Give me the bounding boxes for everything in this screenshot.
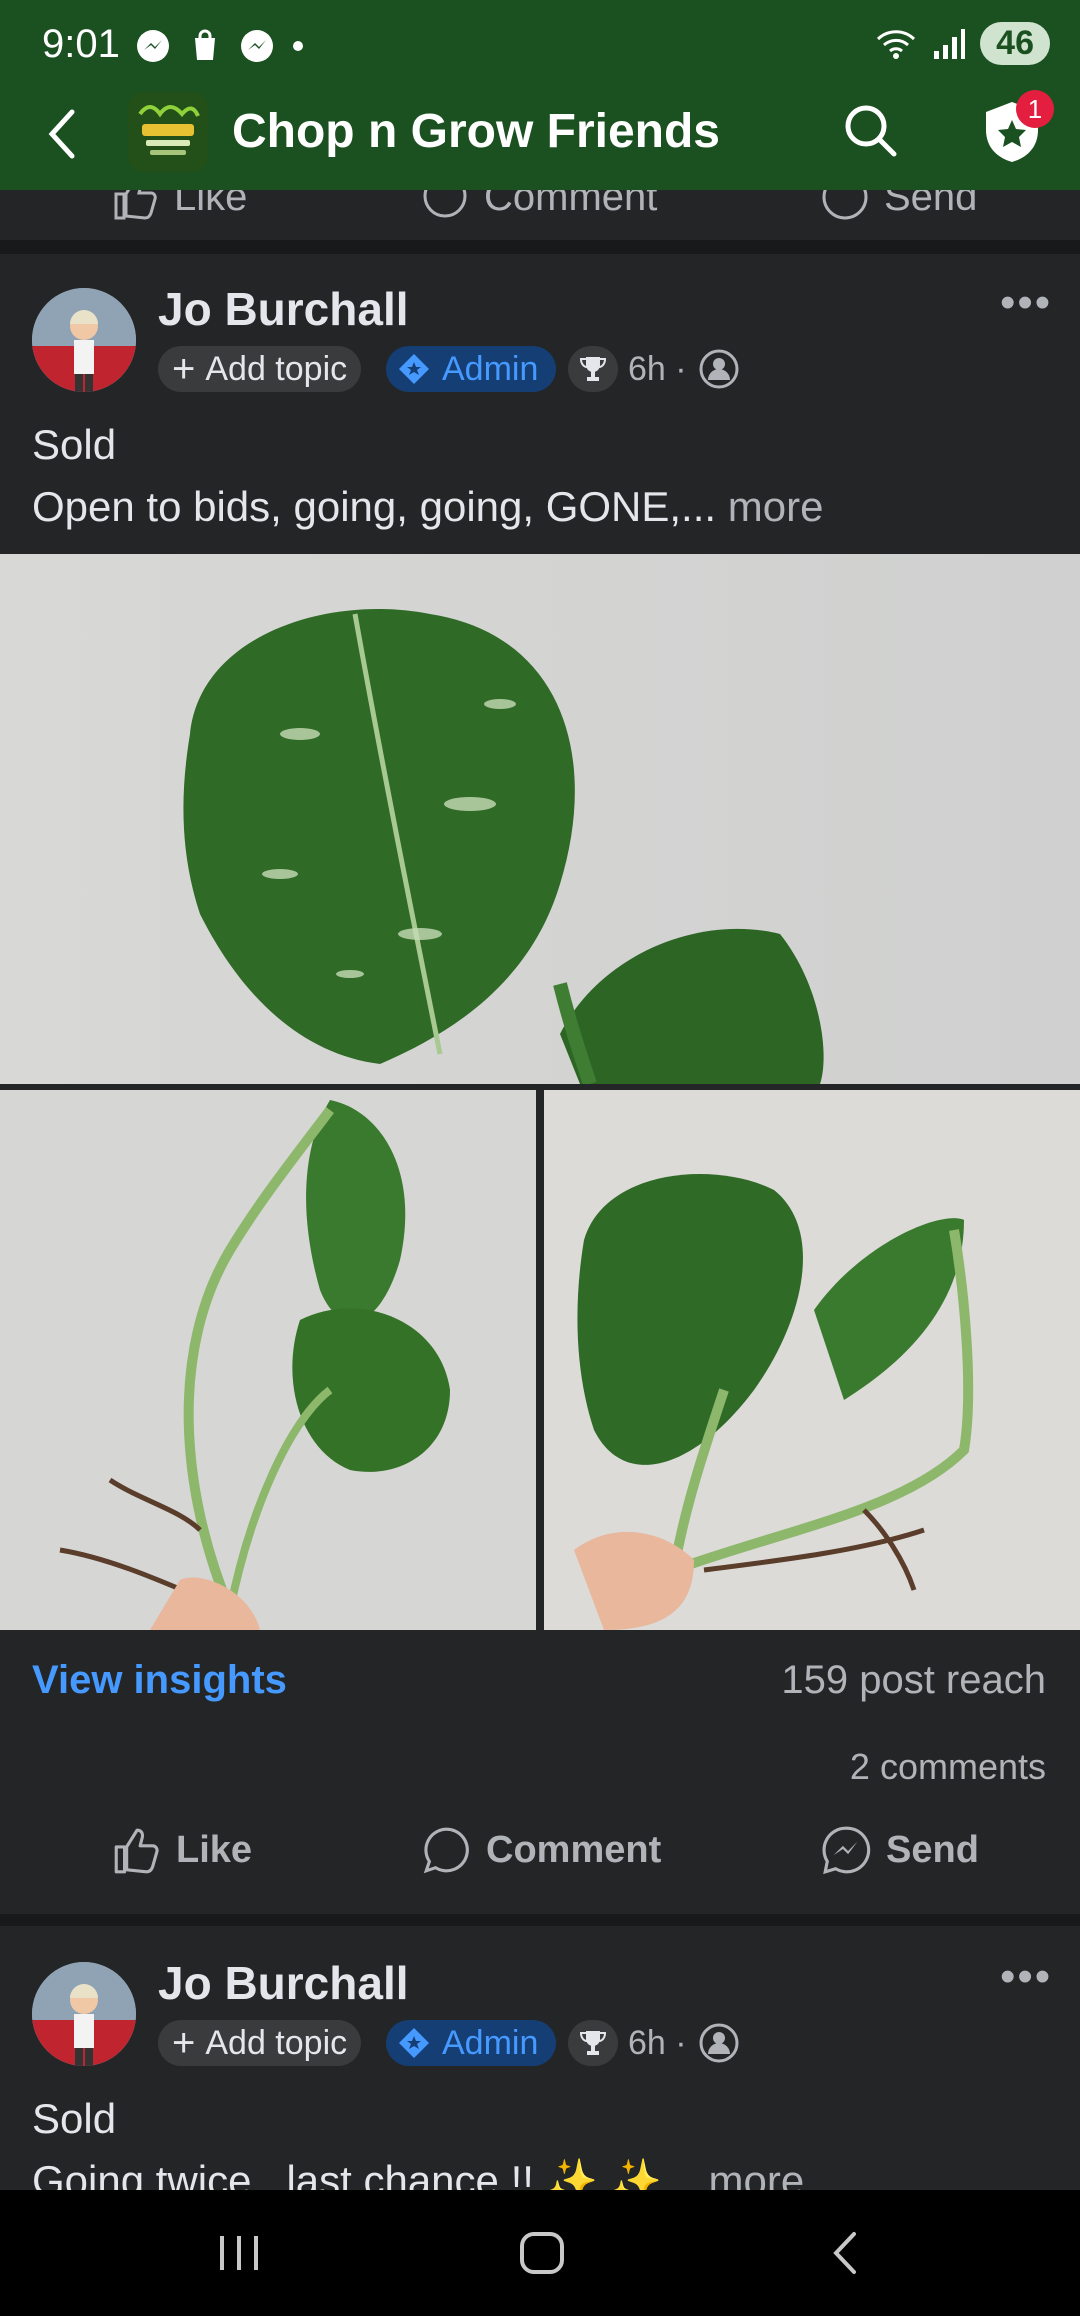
post-photo-3[interactable] <box>544 1090 1080 1630</box>
trophy-icon <box>579 2031 607 2055</box>
post-photo-1[interactable] <box>0 554 1080 1084</box>
post-text-body: Open to bids, going, going, GONE,... <box>32 483 717 530</box>
previous-like-button[interactable]: Like <box>110 190 247 222</box>
admin-badge: Admin <box>386 2020 557 2066</box>
like-icon <box>114 1828 159 1874</box>
author-avatar[interactable] <box>32 1962 136 2066</box>
home-icon[interactable] <box>516 2226 570 2280</box>
author-name[interactable]: Jo Burchall <box>158 282 409 336</box>
previous-send-button[interactable]: Send <box>820 190 977 222</box>
members-privacy-icon <box>699 349 739 389</box>
post-text-line2: Open to bids, going, going, GONE,... mor… <box>32 476 1052 538</box>
like-icon <box>114 190 157 220</box>
author-avatar[interactable] <box>32 288 136 392</box>
admin-diamond-icon <box>399 354 429 384</box>
search-icon[interactable] <box>840 100 900 160</box>
plus-icon: + <box>172 2020 196 2065</box>
group-logo-image <box>128 92 208 172</box>
admin-label: Admin <box>442 349 539 388</box>
system-status: 46 <box>874 22 1050 65</box>
admin-badge: Admin <box>386 346 557 392</box>
back-arrow-icon[interactable] <box>38 104 88 164</box>
messenger-icon <box>137 30 169 62</box>
shop-icon <box>195 29 215 60</box>
monstera-photo-2 <box>0 1090 536 1630</box>
author-name[interactable]: Jo Burchall <box>158 1956 409 2010</box>
see-more-link[interactable]: more <box>709 2157 805 2190</box>
post-text-line1: Sold <box>32 2095 117 2142</box>
notification-badge: 1 <box>1016 90 1054 128</box>
add-topic-chip[interactable]: + Add topic <box>158 2020 362 2066</box>
post-time[interactable]: 6h · <box>628 2024 687 2063</box>
previous-post-actions: Like Comment Send <box>0 190 1080 240</box>
add-topic-label: Add topic <box>205 2023 348 2062</box>
messenger-icon <box>241 30 273 62</box>
monstera-photo-3 <box>544 1090 1080 1630</box>
see-more-link[interactable]: more <box>728 483 824 530</box>
trophy-badge[interactable] <box>568 2020 618 2066</box>
app-header: 9:01 46 Chop n Grow Friends 1 <box>0 0 1080 190</box>
post-text-line1: Sold <box>32 421 117 468</box>
more-options-icon[interactable]: ••• <box>1000 278 1052 328</box>
trophy-icon <box>579 357 607 381</box>
recent-apps-icon[interactable] <box>214 2230 264 2276</box>
post-card: Jo Burchall + Add topic Admin 6h · ••• S… <box>0 254 1080 1914</box>
plus-icon: + <box>172 346 196 391</box>
status-notification-icons <box>135 28 305 64</box>
previous-send-label: Send <box>884 190 978 219</box>
post-time[interactable]: 6h · <box>628 350 687 389</box>
more-options-icon[interactable]: ••• <box>1000 1952 1052 2002</box>
post-divider <box>0 1914 1080 1926</box>
group-logo[interactable] <box>128 92 208 172</box>
post-card: Jo Burchall + Add topic Admin 6h · ••• S… <box>0 1926 1080 2190</box>
messenger-send-icon <box>822 1826 871 1875</box>
trophy-badge[interactable] <box>568 346 618 392</box>
add-topic-label: Add topic <box>205 349 348 388</box>
previous-comment-label: Comment <box>484 190 658 219</box>
like-button[interactable]: Like <box>110 1824 252 1876</box>
comment-icon <box>423 1827 469 1874</box>
like-label: Like <box>176 1828 253 1871</box>
avatar-image <box>32 288 136 392</box>
wifi-icon <box>877 29 916 59</box>
comment-label: Comment <box>486 1828 662 1871</box>
send-label: Send <box>886 1828 979 1871</box>
status-time: 9:01 <box>42 22 120 66</box>
view-insights-link[interactable]: View insights <box>32 1658 287 1703</box>
post-text-line2: Going twice , last chance !! ✨ ✨... more <box>32 2150 1052 2190</box>
monstera-photo-1 <box>0 554 1080 1084</box>
comment-icon <box>423 190 467 218</box>
send-icon <box>822 190 868 220</box>
system-nav-bar <box>0 2190 1080 2316</box>
previous-like-label: Like <box>174 190 248 219</box>
members-privacy-icon <box>699 2023 739 2063</box>
previous-comment-button[interactable]: Comment <box>420 190 657 222</box>
post-text-body: Going twice , last chance !! ✨ ✨... <box>32 2157 697 2190</box>
comment-button[interactable]: Comment <box>420 1824 661 1876</box>
post-reach[interactable]: 159 post reach <box>781 1658 1046 1703</box>
comments-count[interactable]: 2 comments <box>850 1746 1046 1788</box>
post-divider <box>0 240 1080 254</box>
admin-label: Admin <box>442 2023 539 2062</box>
group-title[interactable]: Chop n Grow Friends <box>232 104 720 159</box>
admin-diamond-icon <box>399 2028 429 2058</box>
nav-back-icon[interactable] <box>826 2228 866 2278</box>
post-photo-2[interactable] <box>0 1090 536 1630</box>
signal-icon <box>934 28 966 59</box>
send-button[interactable]: Send <box>820 1824 979 1876</box>
battery-indicator: 46 <box>980 22 1050 65</box>
add-topic-chip[interactable]: + Add topic <box>158 346 362 392</box>
dot-icon <box>293 41 303 51</box>
avatar-image <box>32 1962 136 2066</box>
